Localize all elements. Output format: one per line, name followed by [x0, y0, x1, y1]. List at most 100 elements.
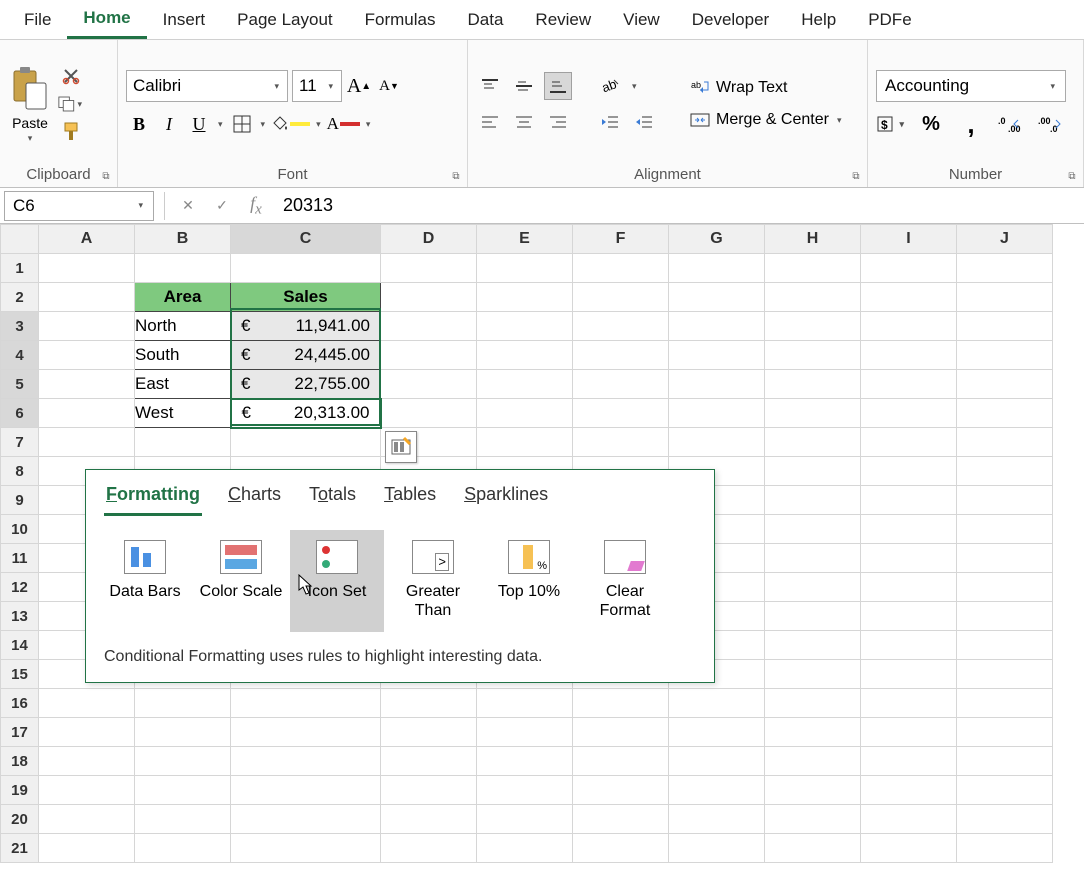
qa-tab-formatting[interactable]: Formatting — [104, 480, 202, 516]
merge-center-button[interactable]: Merge & Center▾ — [684, 108, 849, 132]
cell-C2[interactable]: Sales — [231, 283, 381, 312]
qa-tab-sparklines[interactable]: Sparklines — [462, 480, 550, 516]
fill-color-button[interactable] — [271, 115, 310, 133]
row-header[interactable]: 8 — [1, 457, 39, 486]
cell-C5[interactable]: €22,755.00 — [231, 370, 381, 399]
row-header[interactable]: 4 — [1, 341, 39, 370]
underline-dropdown-icon[interactable]: ▾ — [216, 119, 225, 130]
orientation-dropdown-icon[interactable]: ▾ — [630, 81, 639, 92]
align-bottom-button[interactable] — [544, 72, 572, 100]
cell-B4[interactable]: South — [135, 341, 231, 370]
row-header[interactable]: 21 — [1, 834, 39, 863]
formula-enter-button[interactable]: ✓ — [205, 191, 239, 221]
decrease-decimal-button[interactable]: .00.0 — [1036, 110, 1066, 138]
row-header[interactable]: 3 — [1, 312, 39, 341]
col-header-E[interactable]: E — [477, 225, 573, 254]
increase-decimal-button[interactable]: .0.00 — [996, 110, 1026, 138]
cell-B3[interactable]: North — [135, 312, 231, 341]
row-header[interactable]: 6 — [1, 399, 39, 428]
font-launcher-icon[interactable]: ⧉ — [449, 169, 463, 183]
col-header-H[interactable]: H — [765, 225, 861, 254]
align-left-button[interactable] — [476, 108, 504, 136]
qa-item-clear-format[interactable]: Clear Format — [578, 530, 672, 632]
decrease-indent-button[interactable] — [596, 108, 624, 136]
tab-review[interactable]: Review — [519, 2, 607, 38]
cell-B2[interactable]: Area — [135, 283, 231, 312]
tab-page-layout[interactable]: Page Layout — [221, 2, 348, 38]
cell-B5[interactable]: East — [135, 370, 231, 399]
quick-analysis-button[interactable] — [385, 431, 417, 463]
qa-item-data-bars[interactable]: Data Bars — [98, 530, 192, 632]
format-painter-button[interactable] — [58, 120, 84, 144]
paste-dropdown-icon[interactable]: ▾ — [26, 133, 35, 144]
decrease-font-button[interactable]: A▼ — [376, 72, 402, 100]
row-header[interactable]: 12 — [1, 573, 39, 602]
qa-item-icon-set[interactable]: Icon Set — [290, 530, 384, 632]
fill-dropdown-icon[interactable]: ▾ — [314, 119, 323, 130]
tab-view[interactable]: View — [607, 2, 676, 38]
increase-font-button[interactable]: A▲ — [346, 72, 372, 100]
row-header[interactable]: 11 — [1, 544, 39, 573]
align-top-button[interactable] — [476, 72, 504, 100]
tab-data[interactable]: Data — [452, 2, 520, 38]
row-header[interactable]: 2 — [1, 283, 39, 312]
tab-formulas[interactable]: Formulas — [349, 2, 452, 38]
col-header-B[interactable]: B — [135, 225, 231, 254]
select-all-corner[interactable] — [1, 225, 39, 254]
formula-input[interactable]: 20313 — [273, 193, 1084, 218]
qa-item-top-10[interactable]: Top 10% — [482, 530, 576, 632]
qa-tab-totals[interactable]: Totals — [307, 480, 358, 516]
formula-cancel-button[interactable]: ✕ — [171, 191, 205, 221]
row-header[interactable]: 5 — [1, 370, 39, 399]
comma-button[interactable]: , — [956, 110, 986, 138]
underline-button[interactable]: U — [186, 110, 212, 138]
number-format-dropdown[interactable]: Accounting▾ — [876, 70, 1066, 102]
tab-home[interactable]: Home — [67, 0, 146, 39]
row-header[interactable]: 17 — [1, 718, 39, 747]
qa-tab-charts[interactable]: Charts — [226, 480, 283, 516]
font-color-dropdown-icon[interactable]: ▾ — [364, 119, 373, 130]
cell-C6[interactable]: €20,313.00 — [231, 399, 381, 428]
copy-button[interactable]: ▾ — [58, 92, 84, 116]
alignment-launcher-icon[interactable]: ⧉ — [849, 169, 863, 183]
row-header[interactable]: 14 — [1, 631, 39, 660]
borders-button[interactable] — [229, 110, 255, 138]
tab-developer[interactable]: Developer — [676, 2, 786, 38]
cell-C4[interactable]: €24,445.00 — [231, 341, 381, 370]
wrap-text-button[interactable]: abWrap Text — [684, 76, 849, 100]
row-header[interactable]: 1 — [1, 254, 39, 283]
col-header-F[interactable]: F — [573, 225, 669, 254]
increase-indent-button[interactable] — [630, 108, 658, 136]
row-header[interactable]: 19 — [1, 776, 39, 805]
align-center-button[interactable] — [510, 108, 538, 136]
row-header[interactable]: 18 — [1, 747, 39, 776]
number-launcher-icon[interactable]: ⧉ — [1065, 169, 1079, 183]
name-box[interactable]: C6▾ — [4, 191, 154, 221]
align-right-button[interactable] — [544, 108, 572, 136]
font-name-dropdown[interactable]: Calibri▾ — [126, 70, 288, 102]
cell-C3[interactable]: €11,941.00 — [231, 312, 381, 341]
accounting-format-button[interactable]: $▾ — [876, 110, 906, 138]
qa-item-color-scale[interactable]: Color Scale — [194, 530, 288, 632]
font-size-dropdown[interactable]: 11▾ — [292, 70, 342, 102]
borders-dropdown-icon[interactable]: ▾ — [259, 119, 268, 130]
col-header-A[interactable]: A — [39, 225, 135, 254]
row-header[interactable]: 15 — [1, 660, 39, 689]
align-middle-button[interactable] — [510, 72, 538, 100]
tab-insert[interactable]: Insert — [147, 2, 222, 38]
cell-B6[interactable]: West — [135, 399, 231, 428]
italic-button[interactable]: I — [156, 110, 182, 138]
col-header-D[interactable]: D — [381, 225, 477, 254]
col-header-C[interactable]: C — [231, 225, 381, 254]
row-header[interactable]: 10 — [1, 515, 39, 544]
row-header[interactable]: 7 — [1, 428, 39, 457]
percent-button[interactable]: % — [916, 110, 946, 138]
row-header[interactable]: 20 — [1, 805, 39, 834]
insert-function-button[interactable]: fx — [239, 191, 273, 221]
col-header-J[interactable]: J — [957, 225, 1053, 254]
row-header[interactable]: 16 — [1, 689, 39, 718]
qa-tab-tables[interactable]: Tables — [382, 480, 438, 516]
tab-help[interactable]: Help — [785, 2, 852, 38]
col-header-G[interactable]: G — [669, 225, 765, 254]
orientation-button[interactable]: ab — [596, 72, 624, 100]
